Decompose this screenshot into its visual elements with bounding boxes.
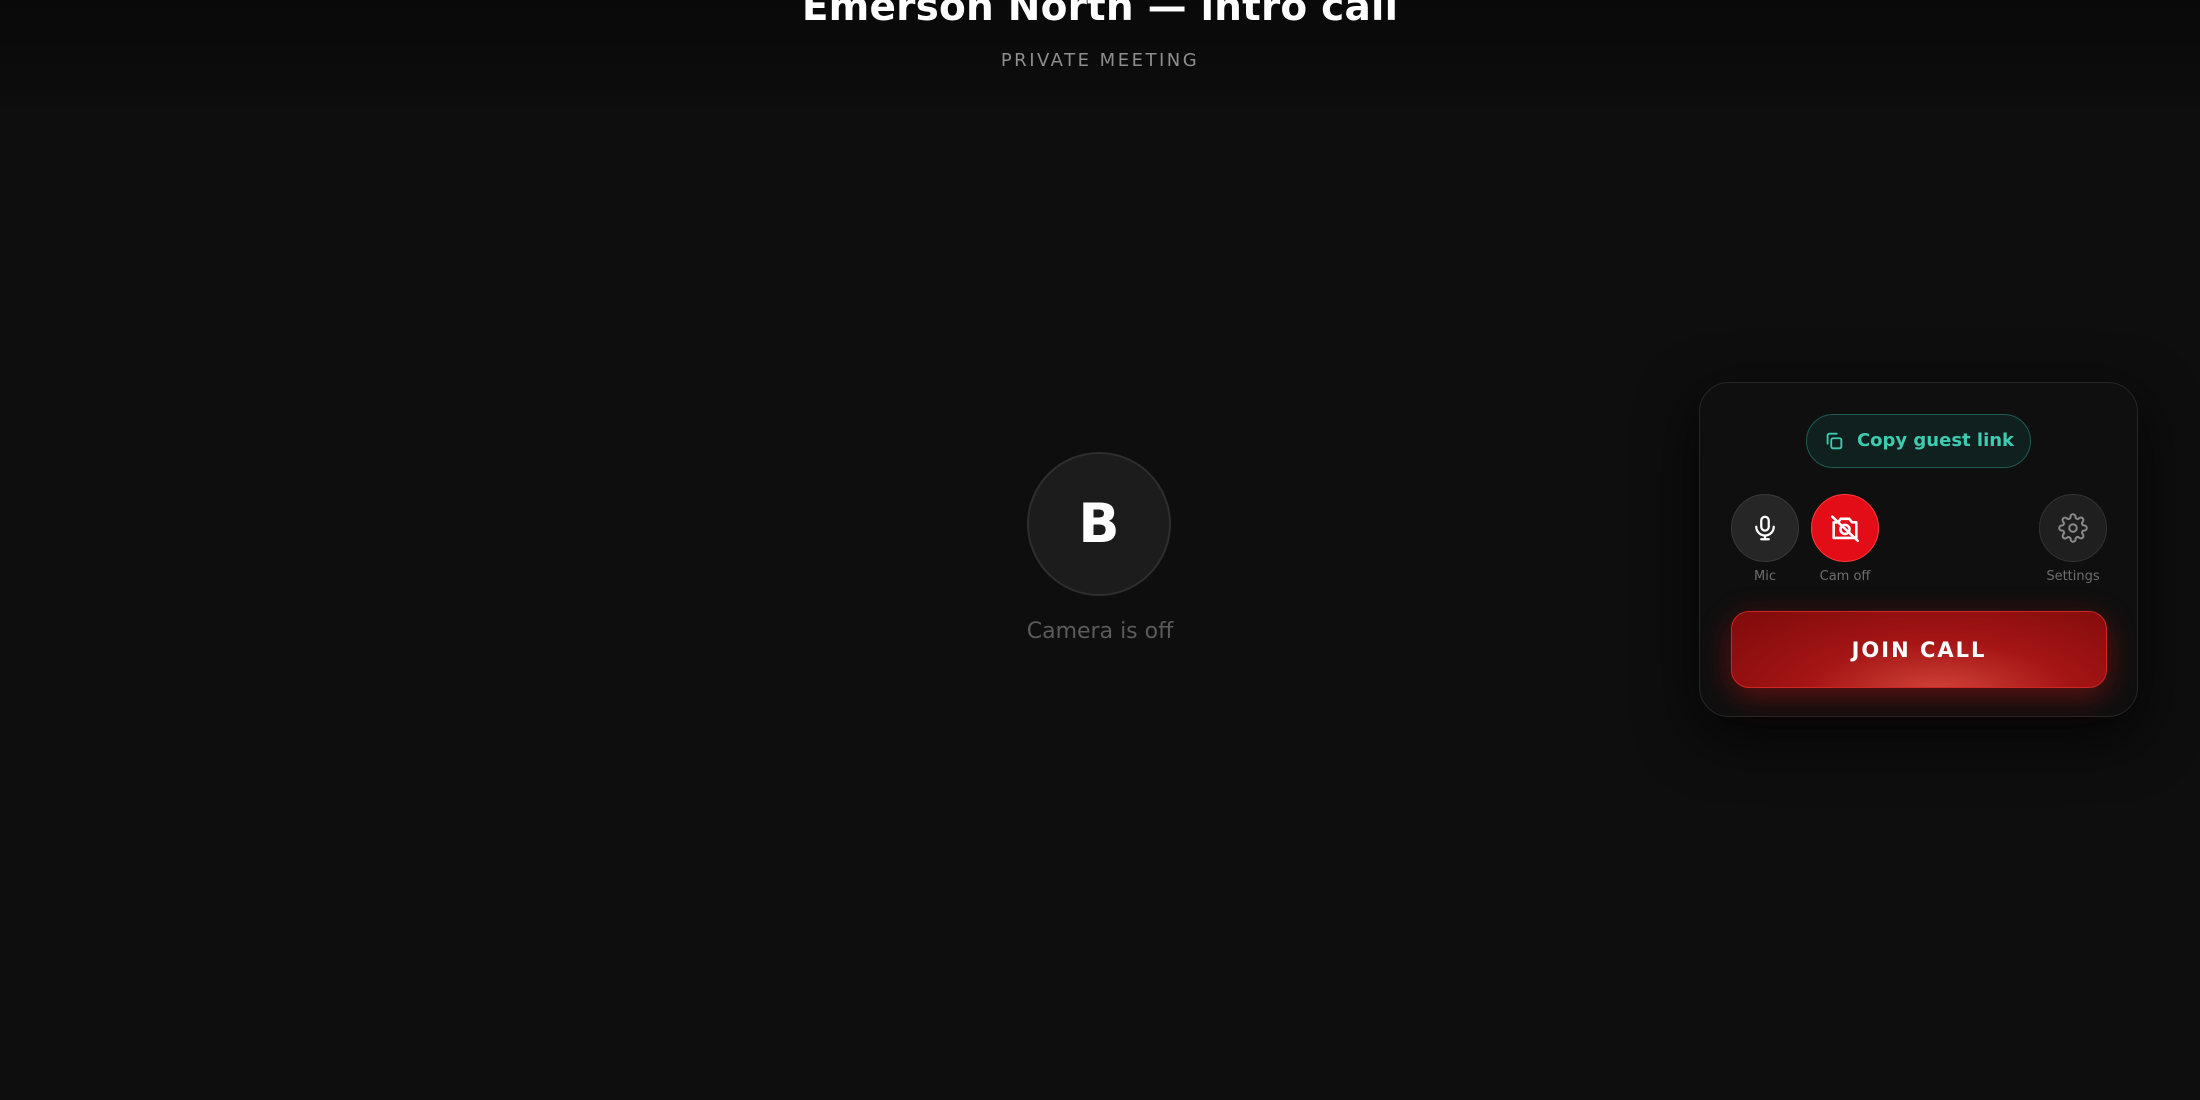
copy-guest-link-label: Copy guest link [1856,430,2015,451]
mic-label: Mic [1754,569,1776,584]
avatar: B [1027,452,1171,596]
meeting-type-label: PRIVATE MEETING [1000,50,1200,71]
settings-label: Settings [2046,569,2100,584]
gear-icon [2058,513,2088,543]
camera-label: Cam off [1819,569,1871,584]
meeting-title: Emerson North — intro call [801,0,1399,30]
avatar-initial: B [1078,492,1120,555]
microphone-icon [1750,513,1780,543]
copy-icon [1823,430,1845,452]
camera-off-icon [1828,511,1862,545]
camera-toggle-button[interactable] [1811,494,1879,562]
meeting-header: Emerson North — intro call PRIVATE MEETI… [0,0,2200,120]
settings-button[interactable] [2039,494,2107,562]
copy-guest-link-button[interactable]: Copy guest link [1806,414,2031,468]
join-call-label: JOIN CALL [1851,637,1987,662]
mic-toggle-button[interactable] [1731,494,1799,562]
join-panel: Copy guest link Mic Cam off Settings JOI… [1699,382,2138,717]
pre-join-screen: Emerson North — intro call PRIVATE MEETI… [0,0,2200,1100]
join-call-button[interactable]: JOIN CALL [1731,611,2107,688]
